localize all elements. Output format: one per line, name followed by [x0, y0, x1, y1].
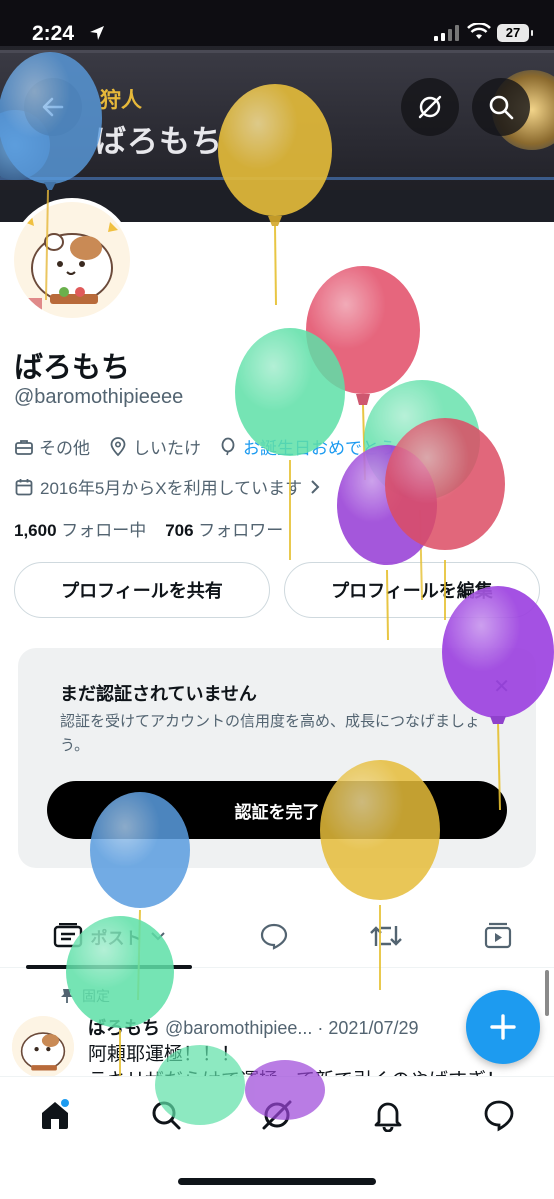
- search-button[interactable]: [472, 78, 530, 136]
- balloon-icon: [221, 437, 235, 455]
- posts-icon: [53, 923, 82, 948]
- active-tab-indicator: [26, 965, 192, 969]
- post-author[interactable]: ばろもち: [88, 1018, 160, 1038]
- profile-location: しいたけ: [108, 434, 201, 459]
- followers-count: 706: [165, 521, 194, 540]
- home-indicator: [178, 1178, 376, 1185]
- location-arrow-icon: [90, 26, 104, 40]
- hamster-avatar-image: [14, 202, 130, 318]
- status-bar: 2:24 27: [0, 0, 554, 46]
- status-time: 2:24: [32, 22, 75, 45]
- compose-button[interactable]: [466, 990, 540, 1064]
- arrow-left-icon: [42, 97, 64, 117]
- battery-indicator: 27: [497, 24, 533, 42]
- post-date[interactable]: 2021/07/29: [328, 1018, 418, 1038]
- signal-icon: [434, 25, 459, 41]
- chevron-down-icon: [150, 932, 165, 941]
- grok-icon: [418, 95, 442, 119]
- profile-category: その他: [14, 434, 90, 459]
- wifi-icon: [467, 23, 491, 39]
- post-line-1: 阿頼耶運極！！！: [88, 1044, 241, 1065]
- following-link[interactable]: 1,600 フォロー中: [14, 521, 146, 540]
- tab-replies[interactable]: [236, 904, 312, 968]
- hamster-avatar-small: [12, 1016, 74, 1078]
- location-pin-icon: [110, 436, 126, 456]
- profile-birthday[interactable]: お誕生日おめでとう: [218, 434, 396, 459]
- banner-plate: [0, 50, 554, 180]
- pinned-indicator: 固定: [60, 986, 110, 1006]
- following-label: フォロー中: [61, 521, 147, 540]
- nav-grok[interactable]: [247, 1095, 307, 1135]
- tab-posts-label: ポスト: [90, 928, 142, 948]
- tab-posts[interactable]: ポスト: [26, 904, 192, 969]
- joined-label: 2016年5月からXを利用しています: [40, 479, 303, 498]
- search-icon: [489, 95, 514, 120]
- post-avatar[interactable]: [12, 1016, 74, 1078]
- profile-handle: @baromothipieeee: [14, 386, 184, 408]
- chat-icon: [484, 1100, 514, 1132]
- category-label: その他: [39, 439, 90, 458]
- followers-label: フォロワー: [198, 521, 284, 540]
- banner-subtitle: 狩人: [100, 89, 142, 112]
- calendar-icon: [15, 478, 33, 495]
- bell-icon: [374, 1102, 402, 1132]
- verification-description: 認証を受けてアカウントの信用度を高め、成長につなげましょう。: [60, 713, 481, 754]
- grok-button[interactable]: [401, 78, 459, 136]
- nav-notifications[interactable]: [358, 1095, 418, 1135]
- profile-tabs: ポスト: [0, 904, 554, 969]
- pin-icon: [61, 989, 73, 1003]
- follow-stats: 1,600 フォロー中 706 フォロワー: [14, 516, 283, 541]
- reposts-icon: [370, 926, 402, 946]
- banner-title: ばろもち: [95, 124, 223, 159]
- verification-card: まだ認証されていません 認証を受けてアカウントの信用度を高め、成長につなげましょ…: [18, 648, 536, 868]
- tab-reposts[interactable]: [348, 904, 424, 968]
- post-handle[interactable]: @baromothipiee...: [165, 1018, 312, 1038]
- birthday-link[interactable]: お誕生日おめでとう: [243, 434, 396, 459]
- close-icon[interactable]: ✕: [493, 674, 510, 699]
- search-icon: [152, 1101, 181, 1130]
- following-count: 1,600: [14, 521, 57, 540]
- verification-title: まだ認証されていません: [60, 684, 257, 704]
- location-label: しいたけ: [133, 439, 201, 458]
- tab-media[interactable]: [460, 904, 536, 968]
- replies-icon: [260, 923, 288, 950]
- nav-search[interactable]: [136, 1095, 196, 1135]
- profile-name: ばろもち: [14, 352, 131, 384]
- plus-icon: [490, 1014, 516, 1040]
- media-icon: [484, 922, 512, 949]
- back-button[interactable]: [24, 78, 82, 136]
- complete-verification-button[interactable]: 認証を完了: [47, 781, 507, 839]
- scrollbar[interactable]: [545, 970, 549, 1016]
- nav-home[interactable]: [25, 1095, 85, 1135]
- post-header: ばろもち @baromothipiee... · 2021/07/29: [88, 1014, 419, 1040]
- nav-messages[interactable]: [469, 1095, 529, 1135]
- grok-icon: [262, 1100, 292, 1130]
- notification-dot: [61, 1099, 69, 1107]
- post-separator: ·: [317, 1018, 324, 1038]
- pinned-label: 固定: [82, 988, 110, 1004]
- chevron-right-icon: [311, 479, 320, 494]
- profile-joined[interactable]: 2016年5月からXを利用しています: [14, 474, 322, 499]
- followers-link[interactable]: 706 フォロワー: [165, 521, 283, 540]
- share-profile-button[interactable]: プロフィールを共有: [14, 562, 270, 618]
- edit-profile-button[interactable]: プロフィールを編集: [284, 562, 540, 618]
- profile-avatar[interactable]: [10, 198, 134, 322]
- briefcase-icon: [15, 439, 33, 455]
